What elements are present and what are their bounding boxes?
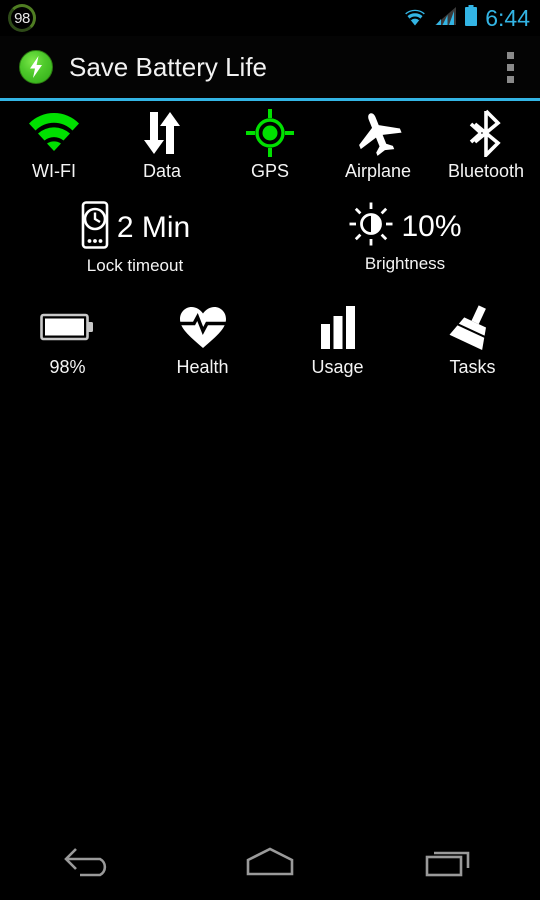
broom-icon <box>448 301 498 353</box>
stat-label: Lock timeout <box>86 256 184 275</box>
stat-inline: 10% <box>348 201 462 252</box>
status-bar-left: 98 <box>8 4 36 32</box>
bluetooth-icon <box>467 109 505 157</box>
shortcut-battery[interactable]: 98% <box>0 301 135 377</box>
shortcut-label: Tasks <box>449 357 496 377</box>
toggle-label: WI-FI <box>32 161 76 181</box>
stat-label: Brightness <box>364 254 446 273</box>
back-arrow-icon <box>62 845 118 884</box>
overflow-menu-icon[interactable] <box>499 47 521 87</box>
battery-icon <box>464 4 478 32</box>
action-bar: Save Battery Life <box>0 36 540 98</box>
bar-chart-icon <box>316 301 360 353</box>
shortcut-label: Usage <box>311 357 364 377</box>
lightning-bolt-logo <box>19 50 53 84</box>
toggle-label: Bluetooth <box>447 161 525 181</box>
app-screen: 98 6:44 Save Battery Life WI-FI Data GPS… <box>0 0 540 900</box>
airplane-icon <box>353 109 403 157</box>
toggle-row: WI-FI Data GPS Airplane Bluetooth <box>0 101 540 181</box>
shortcut-usage[interactable]: Usage <box>270 301 405 377</box>
toggle-label: Data <box>142 161 182 181</box>
recent-apps-icon <box>423 846 477 883</box>
status-bar: 98 6:44 <box>0 0 540 36</box>
toggle-gps[interactable]: GPS <box>216 109 324 181</box>
shortcut-health[interactable]: Health <box>135 301 270 377</box>
wifi-icon <box>27 109 81 157</box>
main-content: WI-FI Data GPS Airplane Bluetooth 2 Min … <box>0 101 540 377</box>
stat-brightness[interactable]: 10% Brightness <box>270 201 540 275</box>
battery-level-icon <box>39 301 96 353</box>
cellular-signal-icon <box>435 6 457 31</box>
toggle-label: Airplane <box>344 161 412 181</box>
toggle-data[interactable]: Data <box>108 109 216 181</box>
shortcut-label: 98% <box>49 357 86 377</box>
home-icon <box>243 846 297 883</box>
battery-percent-value: 98 <box>14 9 30 27</box>
stat-inline: 2 Min <box>80 201 190 254</box>
wifi-signal-icon <box>402 5 428 31</box>
page-title: Save Battery Life <box>69 52 267 82</box>
toggle-label: GPS <box>250 161 289 181</box>
toggle-wifi[interactable]: WI-FI <box>0 109 108 181</box>
heart-pulse-icon <box>178 301 228 353</box>
stat-value: 2 Min <box>116 210 191 244</box>
stat-value: 10% <box>401 209 462 243</box>
shortcut-row: 98% Health Usage Tasks <box>0 275 540 377</box>
status-bar-right: 6:44 <box>402 4 530 32</box>
shortcut-tasks[interactable]: Tasks <box>405 301 540 377</box>
home-button[interactable] <box>215 834 325 894</box>
status-bar-clock: 6:44 <box>485 4 530 31</box>
data-sync-icon <box>138 109 186 157</box>
toggle-airplane[interactable]: Airplane <box>324 109 432 181</box>
toggle-bluetooth[interactable]: Bluetooth <box>432 109 540 181</box>
back-button[interactable] <box>35 834 145 894</box>
brightness-sun-icon <box>348 201 394 252</box>
battery-percent-badge: 98 <box>8 4 36 32</box>
stat-lock-timeout[interactable]: 2 Min Lock timeout <box>0 201 270 275</box>
shortcut-label: Health <box>176 357 229 377</box>
navigation-bar <box>0 828 540 900</box>
recents-button[interactable] <box>395 834 505 894</box>
phone-clock-icon <box>80 201 110 254</box>
stats-row: 2 Min Lock timeout 10% Brightness <box>0 181 540 275</box>
gps-icon <box>246 109 294 157</box>
